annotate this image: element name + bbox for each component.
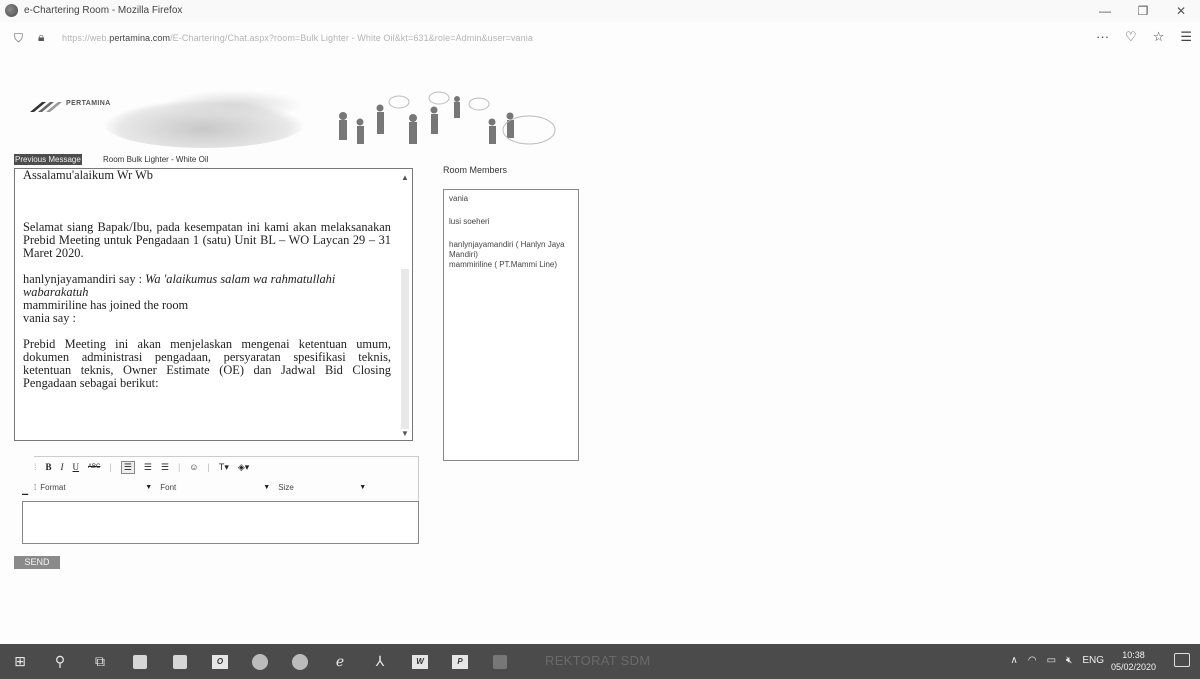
chevron-up-icon[interactable]: ∧ <box>1011 655 1018 666</box>
editor-grip-icon: ▁ <box>22 486 29 495</box>
chat-prebid-message: Prebid Meeting ini akan menjelaskan meng… <box>23 337 391 390</box>
task-view-icon[interactable]: ⧉ <box>80 644 120 679</box>
scroll-down-icon[interactable]: ▼ <box>401 429 409 438</box>
member-item[interactable]: mammiriline ( PT.Mammi Line) <box>449 260 573 270</box>
more-actions-icon[interactable]: ··· <box>1096 29 1109 45</box>
member-item[interactable]: lusi soeheri <box>449 217 573 227</box>
language-indicator[interactable]: ENG <box>1082 655 1104 666</box>
app-icon[interactable] <box>480 644 520 679</box>
volume-muted-icon[interactable]: 🔇︎ <box>1066 655 1072 666</box>
reply-sender: hanlynjayamandiri say : <box>23 272 146 286</box>
url-field[interactable]: https://web.pertamina.com/E-Chartering/C… <box>62 33 533 43</box>
notifications-icon[interactable] <box>1174 653 1190 667</box>
store-icon[interactable] <box>160 644 200 679</box>
window-controls: — ❐ ✕ <box>1086 0 1200 22</box>
browser-toolbar: ··· ♡ ☆ ☰ <box>1096 29 1192 45</box>
close-button[interactable]: ✕ <box>1162 0 1200 22</box>
window-titlebar: e-Chartering Room - Mozilla Firefox — ❐ … <box>0 0 1200 22</box>
chat-scrollbar[interactable]: ▲ ▼ <box>398 169 412 440</box>
chat-reply: hanlynjayamandiri say : Wa 'alaikumus sa… <box>23 273 391 299</box>
firefox-taskbar-icon[interactable] <box>240 644 280 679</box>
align-left-icon[interactable]: ☰ <box>120 460 135 474</box>
chevron-down-icon: ▼ <box>145 483 153 491</box>
member-group: hanlynjayamandiri ( Hanlyn Jaya Mandiri)… <box>449 240 573 270</box>
emoticon-icon[interactable]: ☺ <box>189 462 198 472</box>
clock-time: 10:38 <box>1122 650 1145 660</box>
text-color-icon[interactable]: T▾ <box>219 462 229 473</box>
wifi-icon[interactable]: ◠ <box>1028 655 1037 666</box>
size-dropdown[interactable]: Size ▼ <box>274 483 370 492</box>
pertamina-logo-icon <box>30 102 62 112</box>
scroll-up-icon[interactable]: ▲ <box>401 173 409 182</box>
send-button[interactable]: SEND <box>14 556 60 569</box>
taskbar-ghost-text: REKTORAT SDM <box>545 653 651 668</box>
brand-name: PERTAMINA <box>66 100 111 107</box>
bookmark-star-icon[interactable]: ☆ <box>1153 29 1165 45</box>
battery-icon[interactable]: ▭ <box>1047 655 1056 666</box>
chat-announcement: Selamat siang Bapak/Ibu, pada kesempatan… <box>23 220 391 260</box>
chat-transcript[interactable]: Assalamu'alaikum Wr Wb Selamat siang Bap… <box>14 168 413 441</box>
chevron-down-icon: ▼ <box>263 483 271 491</box>
room-members-label: Room Members <box>443 165 508 175</box>
clock-date: 05/02/2020 <box>1110 662 1156 672</box>
outlook-icon[interactable]: O <box>200 644 240 679</box>
search-icon[interactable]: ⚲ <box>40 644 80 679</box>
bold-button[interactable]: B <box>46 462 52 472</box>
window-title: e-Chartering Room - Mozilla Firefox <box>24 5 183 16</box>
system-clock[interactable]: 10:38 05/02/2020 <box>1111 649 1156 673</box>
chat-greeting: Assalamu'alaikum Wr Wb <box>23 168 153 182</box>
editor-format-row: ⁞ Format ▼ Font ▼ Size ▼ <box>34 480 370 494</box>
format-label: Format <box>40 482 66 492</box>
font-dropdown[interactable]: Font ▼ <box>156 483 274 492</box>
message-editor: ⁞ B I U ABC | ☰ ☰ ☰ | ☺ | T▾ ◈▾ ▁ ⁞ Form… <box>22 456 419 544</box>
url-prefix: https://web. <box>62 33 110 43</box>
url-domain: pertamina.com <box>109 33 171 43</box>
banner-swirl-graphic <box>164 90 304 120</box>
powerpoint-icon[interactable]: P <box>440 644 480 679</box>
edge-icon[interactable]: ℯ <box>320 644 360 679</box>
editor-toolbar: ⁞ B I U ABC | ☰ ☰ ☰ | ☺ | T▾ ◈▾ <box>34 460 250 474</box>
firefox-icon <box>5 4 18 17</box>
url-path: /E-Chartering/Chat.aspx?room=Bulk Lighte… <box>170 33 533 43</box>
strikethrough-button[interactable]: ABC <box>88 464 100 470</box>
windows-taskbar: ⊞ ⚲ ⧉ O ℯ ⅄ W P REKTORAT SDM ∧ ◠ ▭ 🔇︎ EN… <box>0 644 1200 679</box>
size-label: Size <box>278 482 294 492</box>
scroll-thumb[interactable] <box>401 269 409 429</box>
member-item[interactable]: hanlynjayamandiri ( Hanlyn Jaya Mandiri) <box>449 240 573 260</box>
member-item[interactable]: vania <box>449 194 573 204</box>
minimize-button[interactable]: — <box>1086 0 1124 22</box>
word-icon[interactable]: W <box>400 644 440 679</box>
site-info-icon[interactable]: 🔒︎ <box>38 30 44 45</box>
pocket-icon[interactable]: ♡ <box>1125 29 1137 45</box>
font-label: Font <box>160 482 177 492</box>
acrobat-icon[interactable]: ⅄ <box>360 644 400 679</box>
format-dropdown[interactable]: Format ▼ <box>36 483 156 492</box>
italic-button[interactable]: I <box>61 462 64 472</box>
windows-start-icon[interactable]: ⊞ <box>0 644 40 679</box>
hamburger-menu-icon[interactable]: ☰ <box>1180 29 1192 45</box>
chat-sender-vania: vania say : <box>23 311 76 325</box>
previous-message-link[interactable]: Previous Message <box>14 154 82 165</box>
align-right-icon[interactable]: ☰ <box>161 462 169 473</box>
address-bar: ⛉ 🔒︎ https://web.pertamina.com/E-Charter… <box>0 26 1200 52</box>
file-explorer-icon[interactable] <box>120 644 160 679</box>
chat-join-notice: mammiriline has joined the room <box>23 298 189 312</box>
message-input[interactable] <box>22 501 419 544</box>
background-color-icon[interactable]: ◈▾ <box>238 462 249 473</box>
chrome-icon[interactable] <box>280 644 320 679</box>
restore-button[interactable]: ❐ <box>1124 0 1162 22</box>
room-title: Room Bulk Lighter - White Oil <box>103 155 209 164</box>
room-members-list: vania lusi soeheri hanlynjayamandiri ( H… <box>443 189 579 461</box>
align-center-icon[interactable]: ☰ <box>144 462 152 473</box>
pertamina-banner: PERTAMINA <box>14 90 559 152</box>
people-network-graphic <box>339 91 556 145</box>
tracking-shield-icon[interactable]: ⛉ <box>14 31 23 46</box>
chat-messages: Assalamu'alaikum Wr Wb Selamat siang Bap… <box>23 169 391 390</box>
taskbar-icons: ⊞ ⚲ ⧉ O ℯ ⅄ W P <box>0 644 520 679</box>
chevron-down-icon: ▼ <box>359 483 367 491</box>
underline-button[interactable]: U <box>73 462 80 472</box>
system-tray: ∧ ◠ ▭ 🔇︎ ENG <box>1011 655 1105 666</box>
